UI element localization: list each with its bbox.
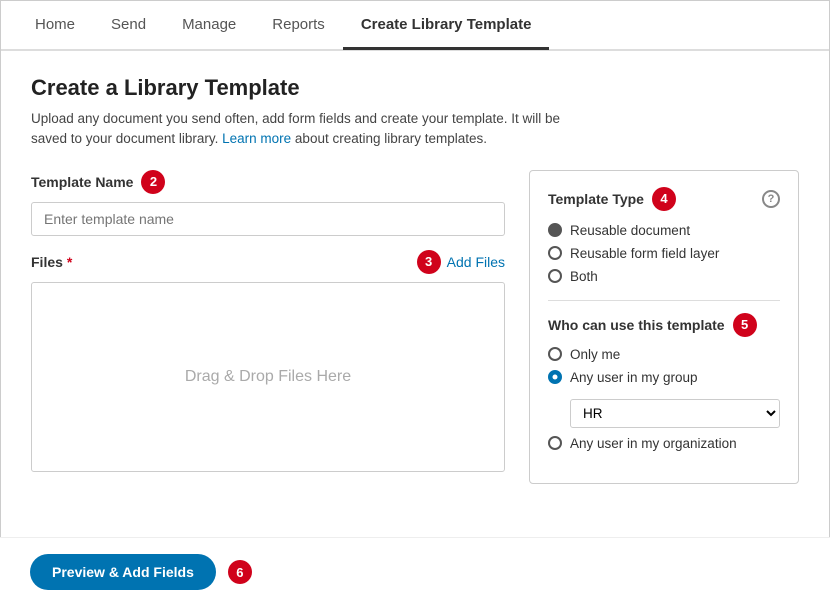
template-type-option-1[interactable]: Reusable document	[548, 223, 780, 238]
radio-any-group-label: Any user in my group	[570, 370, 698, 385]
who-option-any-group[interactable]: Any user in my group	[548, 370, 780, 385]
template-type-option-2[interactable]: Reusable form field layer	[548, 246, 780, 261]
files-header: Files * 3 Add Files	[31, 250, 505, 274]
nav-create-library-template[interactable]: Create Library Template	[343, 2, 550, 50]
step-badge-4: 4	[652, 187, 676, 211]
add-files-label[interactable]: Add Files	[447, 254, 505, 270]
form-layout: Template Name 2 Files * 3 Add Files Drag…	[31, 170, 799, 484]
nav-home[interactable]: Home	[17, 2, 93, 50]
add-files-area[interactable]: 3 Add Files	[417, 250, 505, 274]
radio-any-org-icon	[548, 436, 562, 450]
nav-manage[interactable]: Manage	[164, 2, 254, 50]
navbar: Home Send Manage Reports Create Library …	[1, 1, 829, 51]
nav-reports[interactable]: Reports	[254, 2, 343, 50]
step-badge-3: 3	[417, 250, 441, 274]
left-panel: Template Name 2 Files * 3 Add Files Drag…	[31, 170, 505, 484]
who-label: Who can use this template	[548, 317, 725, 333]
template-name-label: Template Name 2	[31, 170, 505, 194]
radio-form-field-icon	[548, 246, 562, 260]
desc-text-3b: about creating library templates.	[295, 131, 487, 146]
step-badge-2: 2	[141, 170, 165, 194]
radio-only-me-label: Only me	[570, 347, 620, 362]
drop-zone-text: Drag & Drop Files Here	[185, 368, 351, 386]
help-icon[interactable]: ?	[762, 190, 780, 208]
files-text: Files	[31, 254, 63, 270]
who-option-any-org[interactable]: Any user in my organization	[548, 436, 780, 451]
desc-text-1: Upload any document you send often, add …	[31, 111, 560, 126]
who-radio-group: Only me Any user in my group HR Sales Ma…	[548, 347, 780, 451]
radio-only-me-icon	[548, 347, 562, 361]
radio-both-label: Both	[570, 269, 598, 284]
step-badge-5: 5	[733, 313, 757, 337]
template-name-input[interactable]	[31, 202, 505, 236]
page-description: Upload any document you send often, add …	[31, 109, 799, 150]
preview-add-fields-button[interactable]: Preview & Add Fields	[30, 554, 216, 590]
radio-reusable-doc-label: Reusable document	[570, 223, 690, 238]
template-type-section-title: Template Type 4 ?	[548, 187, 780, 211]
group-dropdown-wrapper: HR Sales Marketing Engineering	[570, 399, 780, 428]
radio-both-icon	[548, 269, 562, 283]
template-name-text: Template Name	[31, 174, 133, 190]
desc-text-2: saved to your document library.	[31, 131, 218, 146]
radio-any-org-label: Any user in my organization	[570, 436, 737, 451]
main-content: Create a Library Template Upload any doc…	[1, 51, 829, 508]
divider	[548, 300, 780, 301]
nav-send[interactable]: Send	[93, 2, 164, 50]
who-section: Who can use this template 5 Only me Any …	[548, 313, 780, 451]
template-type-label: Template Type	[548, 191, 644, 207]
bottom-bar: Preview & Add Fields 6	[0, 537, 830, 606]
required-star: *	[67, 254, 72, 270]
who-option-only-me[interactable]: Only me	[548, 347, 780, 362]
who-section-title: Who can use this template 5	[548, 313, 780, 337]
right-panel: Template Type 4 ? Reusable document Reus…	[529, 170, 799, 484]
step-badge-6: 6	[228, 560, 252, 584]
template-type-option-3[interactable]: Both	[548, 269, 780, 284]
page-title: Create a Library Template	[31, 75, 799, 101]
radio-any-group-icon	[548, 370, 562, 384]
learn-more-link[interactable]: Learn more	[222, 131, 291, 146]
radio-form-field-label: Reusable form field layer	[570, 246, 719, 261]
files-label: Files *	[31, 254, 72, 270]
radio-reusable-doc-icon	[548, 223, 562, 237]
drop-zone[interactable]: Drag & Drop Files Here	[31, 282, 505, 472]
template-type-radio-group: Reusable document Reusable form field la…	[548, 223, 780, 284]
group-dropdown[interactable]: HR Sales Marketing Engineering	[570, 399, 780, 428]
